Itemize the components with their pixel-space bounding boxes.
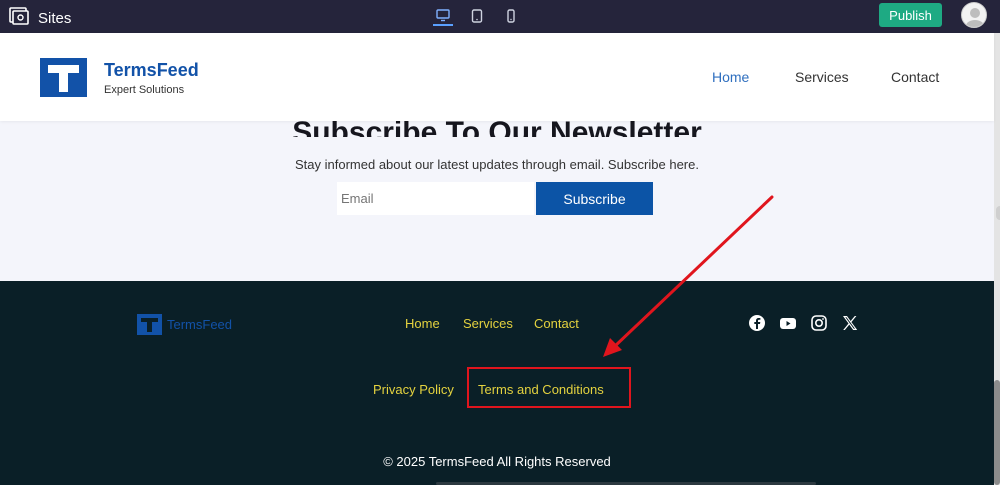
copyright-text: © 2025 TermsFeed All Rights Reserved: [383, 454, 611, 469]
nav-services[interactable]: Services: [795, 69, 849, 85]
newsletter-section: Subscribe To Our Newsletter Stay informe…: [0, 116, 994, 281]
site-footer: TermsFeed Home Services Contact Privacy …: [0, 281, 994, 485]
sites-menu[interactable]: Sites: [8, 5, 71, 32]
newsletter-subtitle: Stay informed about our latest updates t…: [295, 157, 699, 172]
email-input[interactable]: [337, 182, 534, 215]
subscribe-button[interactable]: Subscribe: [536, 182, 653, 215]
nav-contact[interactable]: Contact: [891, 69, 939, 85]
desktop-icon[interactable]: [433, 6, 453, 26]
avatar[interactable]: [961, 2, 987, 28]
privacy-policy-link[interactable]: Privacy Policy: [373, 382, 454, 397]
sites-icon: [8, 5, 30, 32]
nav-home[interactable]: Home: [712, 69, 749, 85]
device-switcher: [433, 6, 521, 26]
footer-nav-home[interactable]: Home: [405, 316, 440, 331]
youtube-icon[interactable]: [779, 314, 797, 332]
footer-brand-name: TermsFeed: [167, 317, 233, 332]
scrollbar-thumb[interactable]: [994, 380, 1000, 485]
brand-name: TermsFeed: [104, 60, 199, 80]
terms-highlight-box: [467, 367, 631, 408]
footer-logo-icon: [137, 314, 162, 335]
logo-icon: [40, 58, 87, 97]
publish-button[interactable]: Publish: [879, 3, 942, 27]
footer-nav-contact[interactable]: Contact: [534, 316, 579, 331]
footer-nav-services[interactable]: Services: [463, 316, 513, 331]
brand-tagline: Expert Solutions: [104, 84, 185, 96]
tablet-icon[interactable]: [467, 6, 487, 26]
instagram-icon[interactable]: [810, 314, 828, 332]
x-icon[interactable]: [841, 314, 859, 332]
footer-logo[interactable]: TermsFeed: [137, 314, 232, 335]
right-resize-handle[interactable]: [996, 206, 1000, 220]
sites-label: Sites: [38, 10, 72, 27]
site-logo[interactable]: TermsFeed Expert Solutions: [40, 58, 199, 97]
facebook-icon[interactable]: [748, 314, 766, 332]
mobile-icon[interactable]: [501, 6, 521, 26]
site-header: TermsFeed Expert Solutions Home Services…: [0, 33, 994, 121]
editor-toolbar: Sites Publish: [0, 0, 1000, 33]
